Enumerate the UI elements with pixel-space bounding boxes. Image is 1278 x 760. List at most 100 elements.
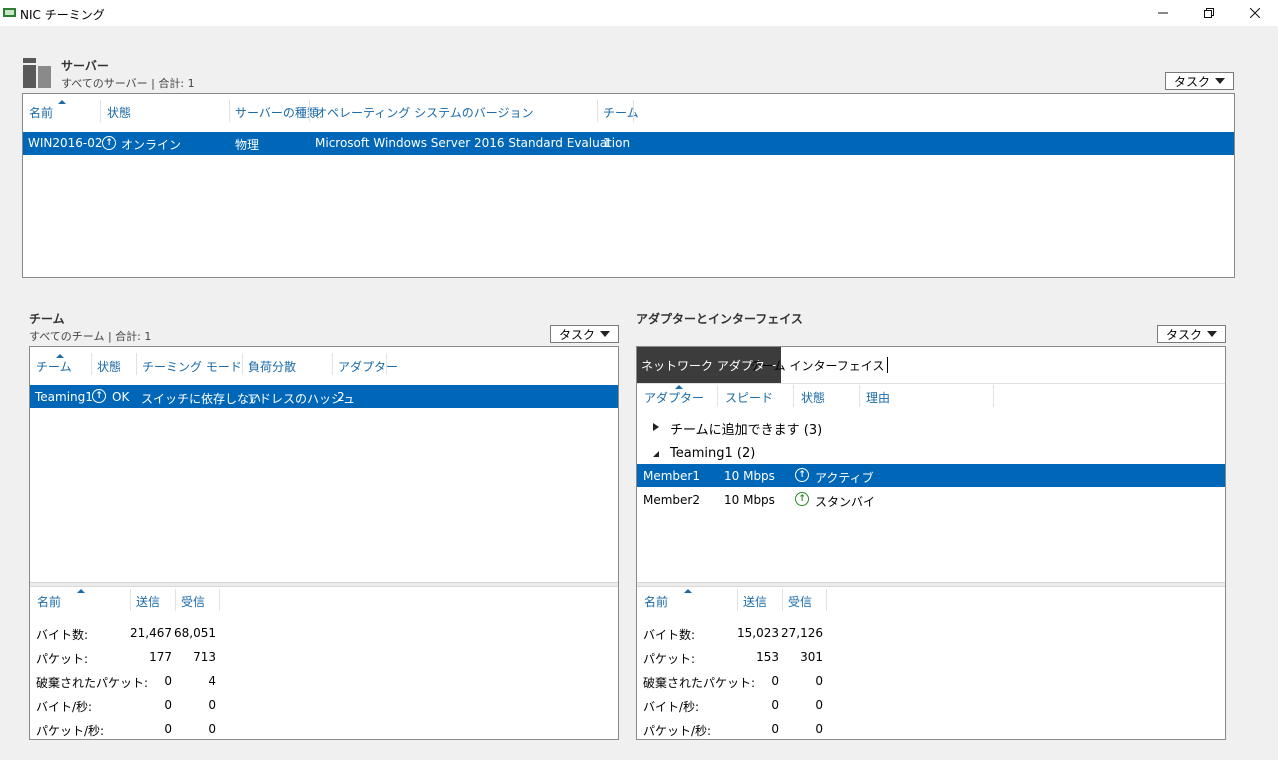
column-divider[interactable] <box>826 589 827 611</box>
dropdown-arrow-icon <box>1215 78 1225 84</box>
sort-ascending-icon <box>58 100 66 104</box>
server-os: Microsoft Windows Server 2016 Standard E… <box>315 136 631 150</box>
splitter[interactable] <box>637 582 1225 587</box>
column-divider[interactable] <box>229 100 230 122</box>
collapse-icon[interactable] <box>653 451 659 457</box>
teams-task-button[interactable]: タスク <box>550 325 619 343</box>
column-divider[interactable] <box>386 353 387 375</box>
stat-received: 0 <box>815 722 823 736</box>
close-button[interactable] <box>1232 0 1278 26</box>
stat-label: パケット: <box>36 652 89 666</box>
column-header-reason[interactable]: 理由 <box>866 389 890 406</box>
column-divider[interactable] <box>737 589 738 611</box>
table-row[interactable]: WIN2016-02 ↑ オンライン 物理 Microsoft Windows … <box>23 132 1234 155</box>
dropdown-arrow-icon <box>1207 331 1217 337</box>
servers-title: サーバー <box>61 59 109 73</box>
column-divider[interactable] <box>859 385 860 407</box>
stat-received: 27,126 <box>781 626 823 640</box>
column-divider[interactable] <box>793 385 794 407</box>
text-cursor <box>887 357 889 373</box>
adapter-name: Member2 <box>643 493 700 507</box>
stat-received: 0 <box>208 698 216 712</box>
group-row-available[interactable]: チームに追加できます (3) <box>637 417 1225 438</box>
ok-status-icon: ↑ <box>92 389 106 403</box>
task-label: タスク <box>559 327 596 342</box>
column-header-team[interactable]: チーム <box>36 358 72 375</box>
stat-label: パケット/秒: <box>643 724 712 738</box>
stat-sent: 21,467 <box>130 626 172 640</box>
sort-ascending-icon <box>56 354 64 358</box>
restore-button[interactable] <box>1186 0 1232 26</box>
column-divider[interactable] <box>242 353 243 375</box>
column-header-status[interactable]: 状態 <box>801 389 825 406</box>
expand-icon[interactable] <box>653 423 659 431</box>
column-header-load-balancing[interactable]: 負荷分散 <box>248 358 296 375</box>
adapters-task-button[interactable]: タスク <box>1157 325 1226 343</box>
tab-underline <box>637 383 1225 384</box>
standby-status-icon: ↑ <box>795 492 809 506</box>
column-divider[interactable] <box>309 100 310 122</box>
column-header-status[interactable]: 状態 <box>107 104 131 121</box>
column-header-adapters[interactable]: アダプター <box>338 358 398 375</box>
column-divider[interactable] <box>130 589 131 611</box>
stat-label: バイト数: <box>36 628 89 642</box>
adapter-speed: 10 Mbps <box>724 469 775 483</box>
adapter-status: アクティブ <box>815 471 874 485</box>
column-header-status[interactable]: 状態 <box>97 358 121 375</box>
stat-received: 301 <box>800 650 823 664</box>
column-divider[interactable] <box>717 385 718 407</box>
column-divider[interactable] <box>175 589 176 611</box>
column-divider[interactable] <box>332 353 333 375</box>
stats-header-sent[interactable]: 送信 <box>136 593 160 610</box>
column-header-server-type[interactable]: サーバーの種類 <box>235 104 319 121</box>
column-header-speed[interactable]: スピード <box>725 389 773 406</box>
servers-panel: 名前 状態 サーバーの種類 オペレーティング システムのバージョン チーム WI… <box>22 93 1235 278</box>
column-divider[interactable] <box>91 353 92 375</box>
stats-header-received[interactable]: 受信 <box>788 593 812 610</box>
team-status: OK <box>112 390 130 404</box>
column-divider[interactable] <box>219 589 220 611</box>
splitter[interactable] <box>30 582 618 587</box>
table-row[interactable]: Teaming1 ↑ OK スイッチに依存しない アドレスのハッシュ 2 <box>30 385 618 408</box>
stats-header-sent[interactable]: 送信 <box>743 593 767 610</box>
stat-sent: 0 <box>771 698 779 712</box>
group-label: チームに追加できます (3) <box>670 423 823 438</box>
stat-sent: 153 <box>756 650 779 664</box>
column-header-adapter[interactable]: アダプター <box>644 389 704 406</box>
stat-label: パケット/秒: <box>36 724 105 738</box>
stat-sent: 177 <box>149 650 172 664</box>
group-label: Teaming1 (2) <box>670 446 756 461</box>
servers-task-button[interactable]: タスク <box>1165 72 1234 90</box>
restore-icon <box>1204 8 1214 18</box>
task-label: タスク <box>1174 74 1211 89</box>
stat-received: 68,051 <box>174 626 216 640</box>
group-row-teaming1[interactable]: Teaming1 (2) <box>637 444 1225 464</box>
column-divider[interactable] <box>633 100 634 122</box>
column-divider[interactable] <box>100 100 101 122</box>
stats-header-received[interactable]: 受信 <box>181 593 205 610</box>
stat-label: パケット: <box>643 652 696 666</box>
column-divider[interactable] <box>597 100 598 122</box>
close-icon <box>1250 8 1260 18</box>
stat-received: 0 <box>208 722 216 736</box>
minimize-button[interactable] <box>1140 0 1186 26</box>
tab-label: チーム インターフェイス <box>750 358 885 373</box>
adapter-name: Member1 <box>643 469 700 483</box>
column-header-teaming-mode[interactable]: チーミング モード <box>142 358 242 375</box>
stat-received: 0 <box>815 698 823 712</box>
column-header-name[interactable]: 名前 <box>29 104 53 121</box>
column-header-os-version[interactable]: オペレーティング システムのバージョン <box>315 104 534 121</box>
column-divider[interactable] <box>136 353 137 375</box>
stats-header-name[interactable]: 名前 <box>37 593 61 610</box>
sort-ascending-icon <box>684 589 692 593</box>
stat-sent: 0 <box>771 674 779 688</box>
task-label: タスク <box>1166 327 1203 342</box>
stat-sent: 0 <box>164 698 172 712</box>
column-divider[interactable] <box>993 385 994 407</box>
table-row[interactable]: Member1 10 Mbps ↑ アクティブ <box>637 464 1225 487</box>
column-divider[interactable] <box>782 589 783 611</box>
server-status: オンライン <box>121 138 182 152</box>
stats-header-name[interactable]: 名前 <box>644 593 668 610</box>
table-row[interactable]: Member2 10 Mbps ↑ スタンバイ <box>637 488 1225 511</box>
tab-team-interfaces[interactable]: チーム インターフェイス <box>750 347 889 383</box>
